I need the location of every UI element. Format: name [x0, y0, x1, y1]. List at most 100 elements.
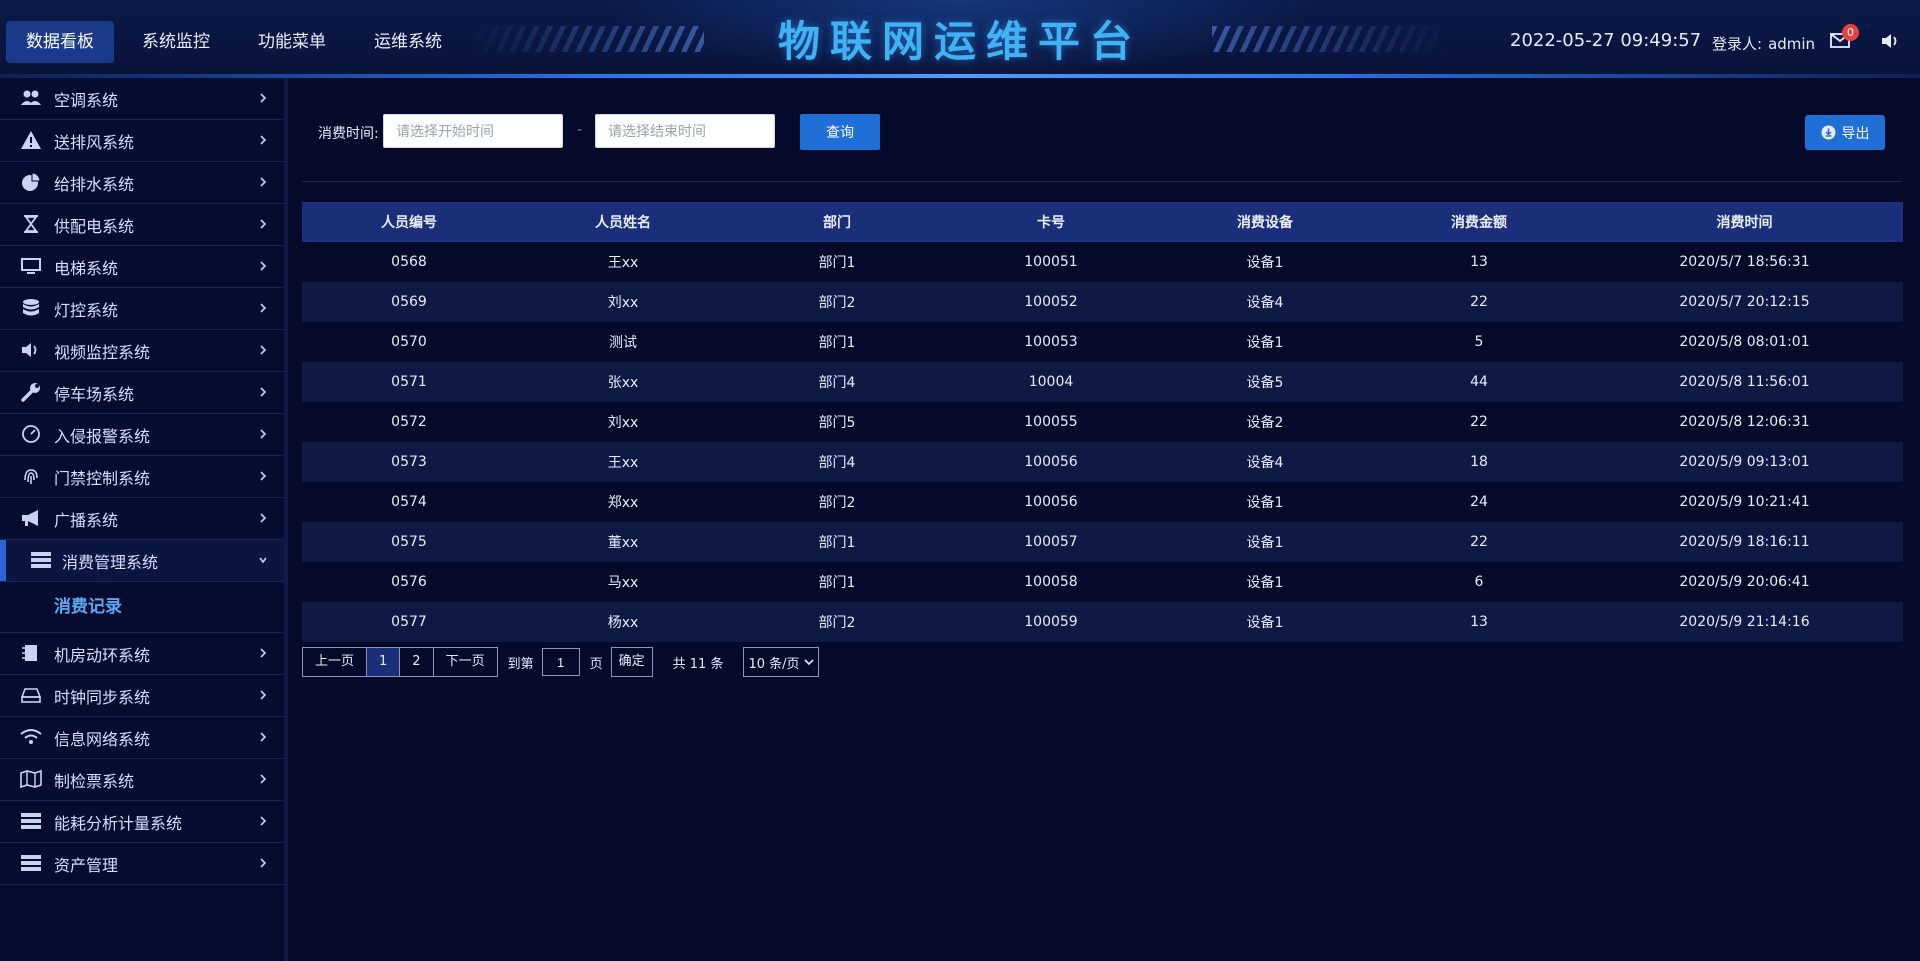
sidebar-item-label: 视频监控系统	[54, 342, 151, 362]
table-cell: 0577	[302, 602, 516, 642]
table-cell: 刘xx	[516, 402, 730, 442]
table-cell: 部门1	[730, 322, 944, 362]
table-cell: 100056	[944, 482, 1158, 522]
page-button-2[interactable]: 2	[399, 647, 434, 677]
goto-confirm-button[interactable]: 确定	[610, 647, 653, 677]
sidebar-item-label: 电梯系统	[54, 258, 119, 278]
sidebar-item-ac[interactable]: 空调系统	[0, 78, 284, 120]
table-cell: 100052	[944, 282, 1158, 322]
sidebar-item-broadcast[interactable]: 广播系统	[0, 498, 284, 540]
table-cell: 2020/5/8 12:06:31	[1586, 402, 1903, 442]
sidebar-item-intrusion[interactable]: 入侵报警系统	[0, 414, 284, 456]
sidebar-item-access-control[interactable]: 门禁控制系统	[0, 456, 284, 498]
sidebar-item-label: 时钟同步系统	[54, 687, 151, 707]
server-icon	[21, 855, 41, 871]
export-button[interactable]: 导出	[1805, 115, 1885, 150]
sound-icon[interactable]	[1880, 32, 1900, 50]
table-cell: 100056	[944, 442, 1158, 482]
wrench-icon	[21, 383, 40, 402]
sidebar-item-label: 广播系统	[54, 510, 119, 530]
sidebar-item-lighting[interactable]: 灯控系统	[0, 288, 284, 330]
page-size-value: 10 条/页	[748, 656, 800, 672]
column-header: 消费金额	[1372, 202, 1586, 242]
goto-page-input[interactable]	[541, 648, 580, 676]
table-cell: 马xx	[516, 562, 730, 602]
sidebar-item-clock-sync[interactable]: 时钟同步系统	[0, 675, 284, 717]
sidebar-item-assets[interactable]: 资产管理	[0, 843, 284, 885]
login-info: 登录人: admin	[1712, 33, 1815, 54]
sidebar-item-elevator[interactable]: 电梯系统	[0, 246, 284, 288]
table-cell: 44	[1372, 362, 1586, 402]
chevron-right-icon	[260, 345, 267, 355]
sidebar-item-power[interactable]: 供配电系统	[0, 204, 284, 246]
chevron-right-icon	[260, 219, 267, 229]
map-icon	[20, 769, 42, 789]
server-icon	[21, 813, 41, 829]
sidebar-item-water[interactable]: 给排水系统	[0, 162, 284, 204]
sidebar-item-energy[interactable]: 能耗分析计量系统	[0, 801, 284, 843]
chevron-right-icon	[260, 471, 267, 481]
page-button-1[interactable]: 1	[366, 647, 401, 677]
sidebar-item-parking[interactable]: 停车场系统	[0, 372, 284, 414]
prev-page-button[interactable]: 上一页	[302, 647, 368, 677]
column-header: 消费时间	[1586, 202, 1903, 242]
page-size-select[interactable]: 10 条/页	[743, 647, 819, 677]
table-cell: 2020/5/9 10:21:41	[1586, 482, 1903, 522]
table-row: 0570 测试 部门1 100053 设备1 5 2020/5/8 08:01:01	[302, 322, 1903, 362]
sidebar-item-ticketing[interactable]: 制检票系统	[0, 759, 284, 801]
users-icon	[21, 90, 41, 105]
chevron-right-icon	[260, 303, 267, 313]
mail-badge: 0	[1842, 24, 1859, 41]
table-cell: 设备1	[1158, 562, 1372, 602]
end-time-input[interactable]	[595, 114, 775, 148]
table-cell: 0568	[302, 242, 516, 282]
sidebar-item-network[interactable]: 信息网络系统	[0, 717, 284, 759]
query-button[interactable]: 查询	[800, 114, 880, 150]
table-cell: 13	[1372, 602, 1586, 642]
table-cell: 设备4	[1158, 442, 1372, 482]
table-cell: 0575	[302, 522, 516, 562]
table-cell: 测试	[516, 322, 730, 362]
table-cell: 部门4	[730, 362, 944, 402]
next-page-button[interactable]: 下一页	[432, 647, 498, 677]
chevron-right-icon	[260, 429, 267, 439]
table-cell: 100057	[944, 522, 1158, 562]
pie-icon	[22, 172, 41, 191]
pagination: 上一页 1 2 下一页 到第 页 确定 共 11 条 10 条/页	[302, 647, 819, 677]
table-cell: 2020/5/9 20:06:41	[1586, 562, 1903, 602]
table-cell: 100059	[944, 602, 1158, 642]
table-cell: 22	[1372, 282, 1586, 322]
table-header-row: 人员编号 人员姓名 部门 卡号 消费设备 消费金额 消费时间	[302, 202, 1903, 242]
table-cell: 部门2	[730, 602, 944, 642]
table-cell: 部门5	[730, 402, 944, 442]
table-cell: 郑xx	[516, 482, 730, 522]
table-cell: 22	[1372, 522, 1586, 562]
sidebar-item-label: 机房动环系统	[54, 645, 151, 665]
table-cell: 设备1	[1158, 242, 1372, 282]
sidebar-item-machine-room[interactable]: 机房动环系统	[0, 633, 284, 675]
table-cell: 2020/5/9 09:13:01	[1586, 442, 1903, 482]
monitor-icon	[21, 258, 41, 274]
sidebar-item-video[interactable]: 视频监控系统	[0, 330, 284, 372]
chevron-right-icon	[260, 732, 267, 742]
table-row: 0572 刘xx 部门5 100055 设备2 22 2020/5/8 12:06:31	[302, 402, 1903, 442]
sidebar-item-label: 资产管理	[54, 855, 119, 875]
filter-label: 消费时间:	[318, 126, 379, 142]
sidebar-item-label: 门禁控制系统	[54, 468, 151, 488]
sidebar-item-ventilation[interactable]: 送排风系统	[0, 120, 284, 162]
table-cell: 杨xx	[516, 602, 730, 642]
table-cell: 0576	[302, 562, 516, 602]
start-time-input[interactable]	[383, 114, 563, 148]
table-cell: 100055	[944, 402, 1158, 442]
sidebar-item-label: 能耗分析计量系统	[54, 813, 183, 833]
sidebar-item-label: 灯控系统	[54, 300, 119, 320]
table-cell: 24	[1372, 482, 1586, 522]
table-cell: 部门1	[730, 522, 944, 562]
sidebar-item-consumption[interactable]: 消费管理系统	[0, 540, 284, 582]
table-cell: 王xx	[516, 442, 730, 482]
table-cell: 王xx	[516, 242, 730, 282]
chevron-right-icon	[260, 135, 267, 145]
table-cell: 2020/5/9 21:14:16	[1586, 602, 1903, 642]
sidebar-subitem-consumption-records[interactable]: 消费记录	[0, 582, 284, 633]
table-cell: 设备2	[1158, 402, 1372, 442]
